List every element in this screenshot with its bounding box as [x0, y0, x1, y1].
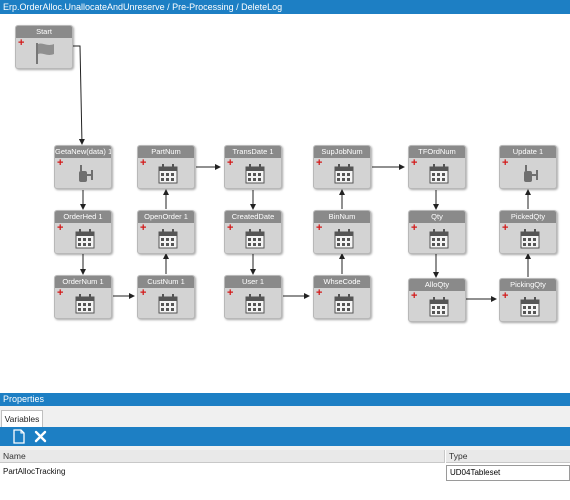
- node-label: CustNum 1: [138, 276, 194, 288]
- plus-icon[interactable]: +: [316, 288, 322, 299]
- createddate-node[interactable]: CreatedDate +: [224, 210, 282, 254]
- plus-icon[interactable]: +: [316, 223, 322, 234]
- user-node[interactable]: User 1 +: [224, 275, 282, 319]
- plus-icon[interactable]: +: [316, 158, 322, 169]
- calendar-icon: [334, 229, 354, 249]
- delete-x-icon[interactable]: [33, 429, 48, 444]
- variables-grid: Name Type PartAllocTracking UD04Tableset: [0, 450, 570, 500]
- calendar-icon: [245, 229, 265, 249]
- tfordnum-node[interactable]: TFOrdNum +: [408, 145, 466, 189]
- method-call-icon: [79, 165, 93, 182]
- new-document-icon[interactable]: [11, 429, 26, 444]
- node-label: PartNum: [138, 146, 194, 158]
- variable-name-cell[interactable]: PartAllocTracking: [0, 465, 440, 479]
- plus-icon[interactable]: +: [227, 288, 233, 299]
- column-header-name[interactable]: Name: [0, 450, 445, 463]
- openorder-node[interactable]: OpenOrder 1 +: [137, 210, 195, 254]
- node-label: Update 1: [500, 146, 556, 158]
- node-label: PickingQty: [500, 279, 556, 291]
- properties-title: Properties: [3, 394, 45, 404]
- plus-icon[interactable]: +: [140, 288, 146, 299]
- qty-node[interactable]: Qty +: [408, 210, 466, 254]
- plus-icon[interactable]: +: [140, 223, 146, 234]
- node-label: OrderHed 1: [55, 211, 111, 223]
- binnum-node[interactable]: BinNum +: [313, 210, 371, 254]
- variable-type-field[interactable]: UD04Tableset: [446, 465, 570, 481]
- pickedqty-node[interactable]: PickedQty +: [499, 210, 557, 254]
- orderhed-node[interactable]: OrderHed 1 +: [54, 210, 112, 254]
- plus-icon[interactable]: +: [57, 158, 63, 169]
- properties-panel: Variables Name Type PartAllocTracking UD…: [0, 406, 570, 500]
- transdate-node[interactable]: TransDate 1 +: [224, 145, 282, 189]
- variables-toolbar: [0, 427, 570, 446]
- node-label: CreatedDate: [225, 211, 281, 223]
- node-label: WhseCode: [314, 276, 370, 288]
- node-label: TransDate 1: [225, 146, 281, 158]
- plus-icon[interactable]: +: [57, 288, 63, 299]
- calendar-icon: [520, 229, 540, 249]
- allocqty-node[interactable]: AlloQty +: [408, 278, 466, 322]
- workflow-connectors: [73, 45, 531, 302]
- node-label: SupJobNum: [314, 146, 370, 158]
- node-label: OpenOrder 1: [138, 211, 194, 223]
- start-node[interactable]: Start +: [15, 25, 73, 69]
- node-label: OrderNum 1: [55, 276, 111, 288]
- calendar-icon: [429, 229, 449, 249]
- calendar-icon: [158, 229, 178, 249]
- calendar-icon: [429, 164, 449, 184]
- calendar-icon: [158, 294, 178, 314]
- workflow-canvas[interactable]: Start + GetaNew(data) 1 + OrderHed 1 + O…: [0, 14, 570, 392]
- ordernum-node[interactable]: OrderNum 1 +: [54, 275, 112, 319]
- designer-title-bar: Erp.OrderAlloc.UnallocateAndUnreserve / …: [0, 0, 570, 14]
- calendar-icon: [520, 297, 540, 317]
- plus-icon[interactable]: +: [227, 158, 233, 169]
- node-label: Start: [16, 26, 72, 38]
- calendar-icon: [75, 294, 95, 314]
- calendar-icon: [75, 229, 95, 249]
- plus-icon[interactable]: +: [57, 223, 63, 234]
- plus-icon[interactable]: +: [411, 223, 417, 234]
- tab-label: Variables: [4, 414, 40, 424]
- custnum-node[interactable]: CustNum 1 +: [137, 275, 195, 319]
- calendar-icon: [429, 297, 449, 317]
- calendar-icon: [158, 164, 178, 184]
- method-call-icon: [524, 165, 538, 182]
- calendar-icon: [334, 294, 354, 314]
- plus-icon[interactable]: +: [227, 223, 233, 234]
- plus-icon[interactable]: +: [502, 158, 508, 169]
- getanew-node[interactable]: GetaNew(data) 1 +: [54, 145, 112, 189]
- plus-icon[interactable]: +: [411, 158, 417, 169]
- whsecode-node[interactable]: WhseCode +: [313, 275, 371, 319]
- column-header-type[interactable]: Type: [446, 450, 570, 463]
- flag-icon: [36, 43, 54, 64]
- pickingqty-node[interactable]: PickingQty +: [499, 278, 557, 322]
- node-label: Qty: [409, 211, 465, 223]
- calendar-icon: [245, 164, 265, 184]
- update-node[interactable]: Update 1 +: [499, 145, 557, 189]
- node-label: TFOrdNum: [409, 146, 465, 158]
- plus-icon[interactable]: +: [502, 223, 508, 234]
- node-label: PickedQty: [500, 211, 556, 223]
- tab-variables[interactable]: Variables: [1, 410, 43, 427]
- supjobnum-node[interactable]: SupJobNum +: [313, 145, 371, 189]
- calendar-icon: [245, 294, 265, 314]
- properties-title-bar: Properties: [0, 393, 570, 406]
- node-label: AlloQty: [409, 279, 465, 291]
- plus-icon[interactable]: +: [140, 158, 146, 169]
- partnum-node[interactable]: PartNum +: [137, 145, 195, 189]
- plus-icon[interactable]: +: [411, 291, 417, 302]
- node-label: BinNum: [314, 211, 370, 223]
- plus-icon[interactable]: +: [18, 38, 24, 49]
- node-label: User 1: [225, 276, 281, 288]
- node-label: GetaNew(data) 1: [55, 146, 111, 158]
- plus-icon[interactable]: +: [502, 291, 508, 302]
- designer-title: Erp.OrderAlloc.UnallocateAndUnreserve / …: [3, 2, 283, 12]
- calendar-icon: [334, 164, 354, 184]
